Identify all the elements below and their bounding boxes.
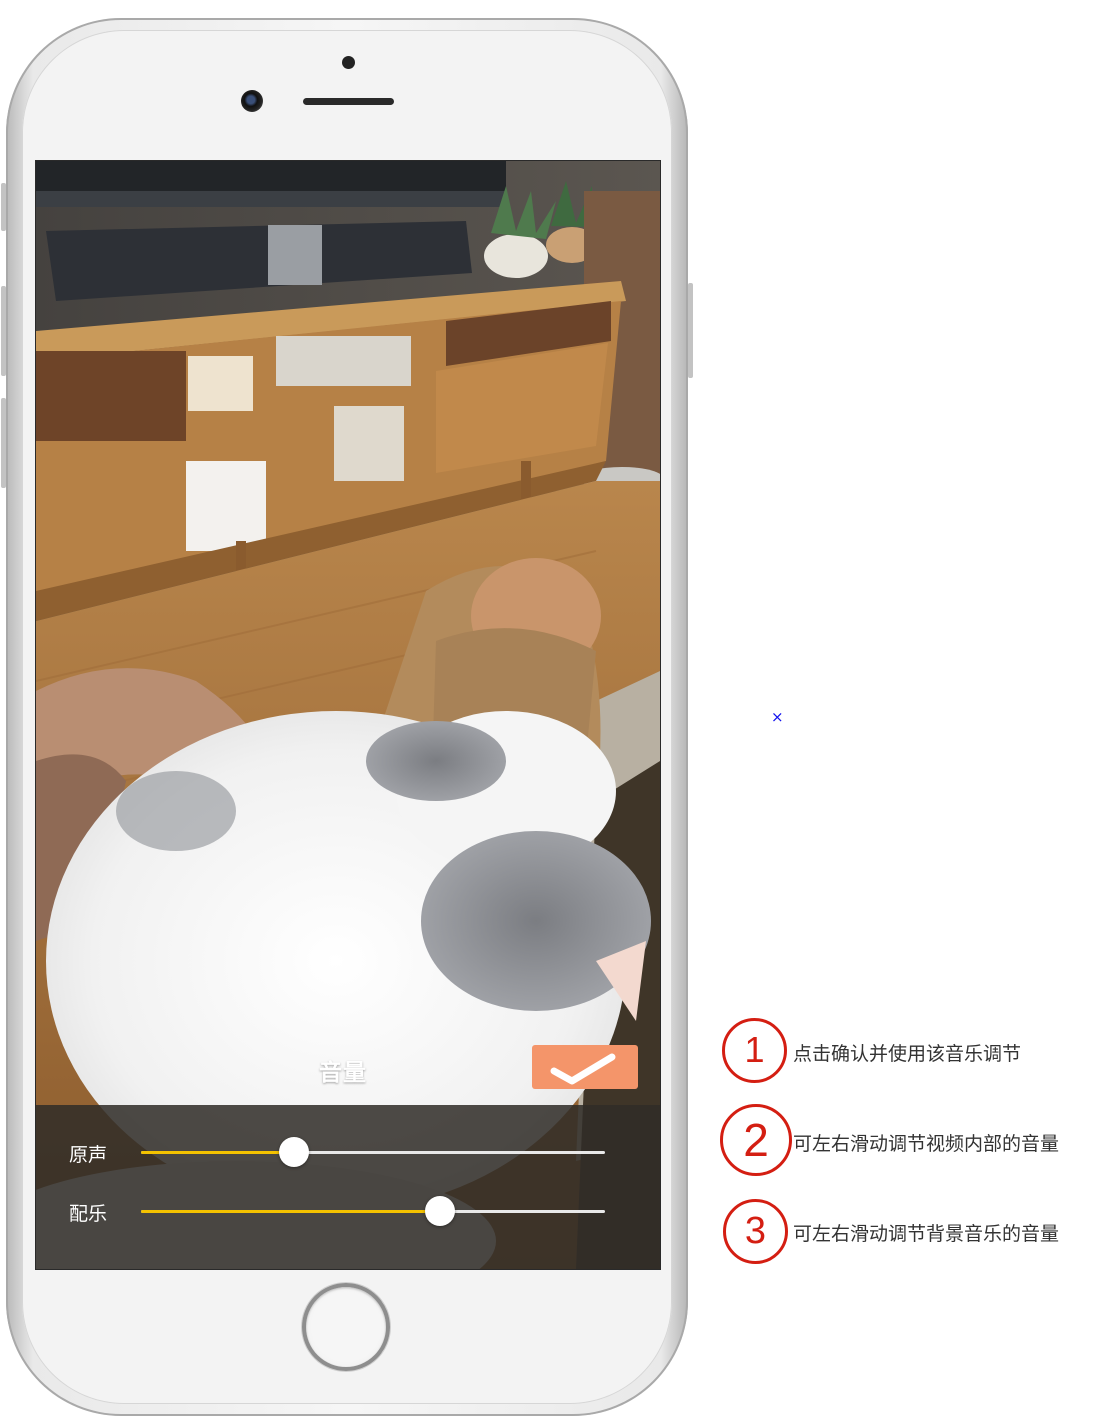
video-preview [36,161,660,1269]
volume-down-button [1,398,6,488]
annotation-1-number: 1 [722,1018,787,1083]
confirm-button[interactable] [532,1045,638,1089]
original-sound-slider-knob[interactable] [279,1137,310,1167]
front-camera-icon [241,90,263,112]
original-sound-slider[interactable] [141,1137,605,1167]
original-sound-label: 原声 [69,1144,108,1166]
annotation-2-number: 2 [720,1104,792,1176]
music-slider[interactable] [141,1196,605,1226]
annotation-2-text: 可左右滑动调节视频内部的音量 [793,1133,1060,1155]
check-icon [550,1053,616,1085]
music-slider-knob[interactable] [425,1196,456,1226]
earpiece-speaker-icon [303,98,394,105]
mute-switch [1,183,6,231]
annotation-3-text: 可左右滑动调节背景音乐的音量 [793,1223,1060,1245]
home-button[interactable] [302,1283,390,1371]
power-button [688,283,693,378]
music-slider-fill [141,1210,441,1213]
original-sound-slider-fill [141,1151,295,1154]
volume-title: 音量 [319,1060,367,1086]
annotation-1-text: 点击确认并使用该音乐调节 [793,1043,1022,1065]
video-screen: 音量 原声 配乐 [36,161,660,1269]
blue-cross-marker: × [771,708,784,726]
volume-panel: 原声 配乐 [36,1105,660,1269]
proximity-sensor-icon [342,56,355,69]
annotation-3-number: 3 [723,1199,788,1264]
music-label: 配乐 [69,1203,108,1225]
volume-up-button [1,286,6,376]
